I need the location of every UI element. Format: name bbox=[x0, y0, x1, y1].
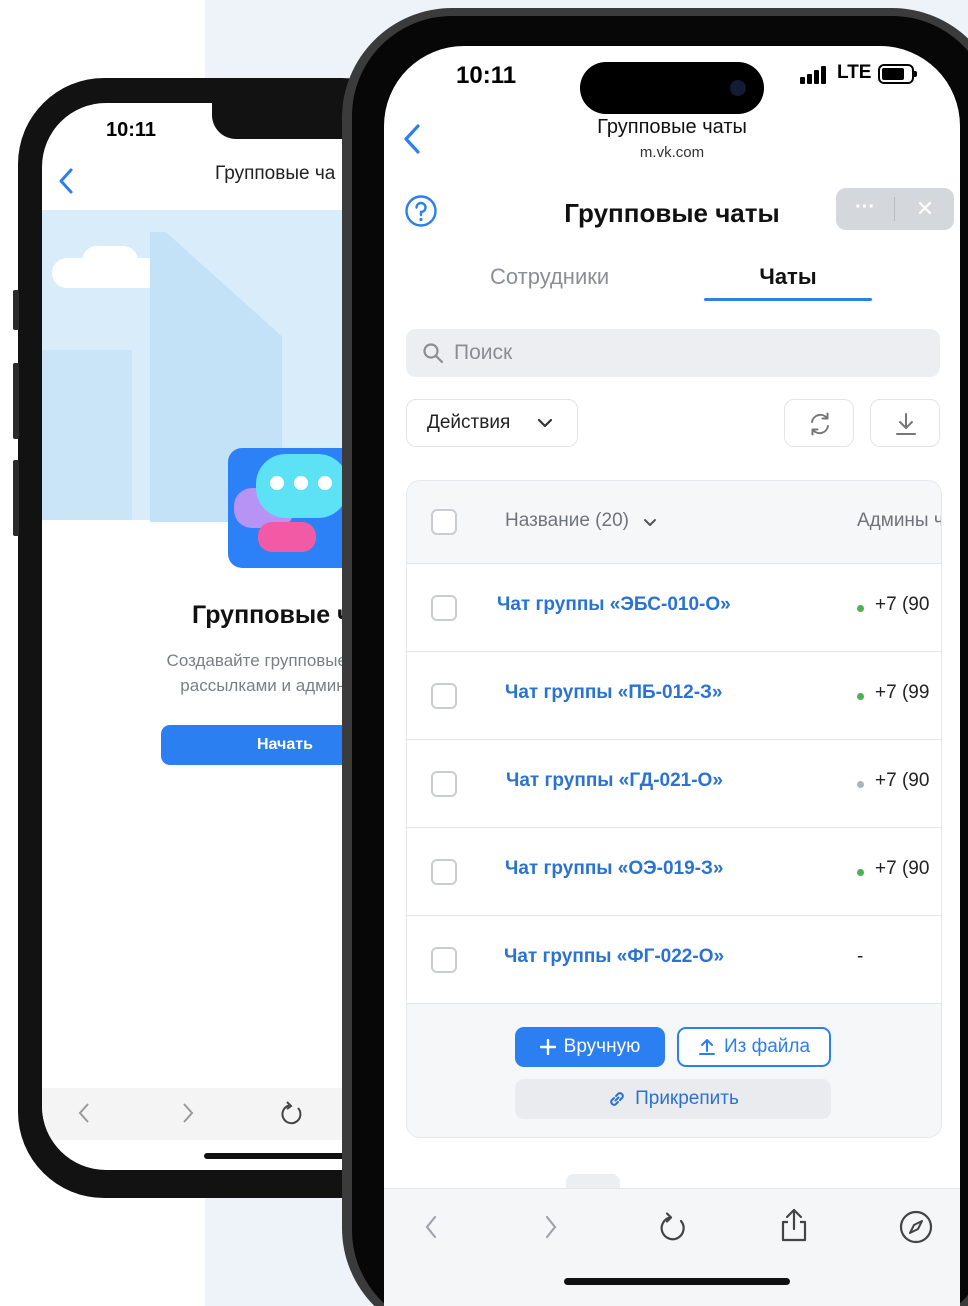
upload-file-button[interactable]: Из файла bbox=[677, 1027, 831, 1067]
back-chevron-icon[interactable] bbox=[56, 167, 76, 195]
onboarding-heading: Групповые ча bbox=[192, 601, 366, 629]
front-phone-frame: 10:11 LTE Групповые чаты m.vk.com Группо… bbox=[342, 8, 968, 1306]
close-button[interactable]: ✕ bbox=[896, 188, 954, 230]
table-row[interactable]: Чат группы «ПБ-012-З» +7 (99 bbox=[407, 652, 941, 740]
refresh-button[interactable] bbox=[784, 399, 854, 447]
volume-down-button bbox=[13, 460, 19, 536]
mute-switch bbox=[13, 290, 19, 330]
status-dot bbox=[857, 605, 864, 612]
table-row[interactable]: Чат группы «ФГ-022-О» - bbox=[407, 916, 941, 1004]
home-indicator bbox=[564, 1278, 790, 1285]
upload-icon bbox=[698, 1038, 715, 1055]
browser-forward-icon[interactable] bbox=[542, 1213, 560, 1241]
add-manual-button[interactable]: Вручную bbox=[515, 1027, 665, 1067]
browser-back-icon[interactable] bbox=[76, 1100, 92, 1126]
front-phone-bezel: 10:11 LTE Групповые чаты m.vk.com Группо… bbox=[352, 16, 968, 1306]
browser-page-title: Групповые чаты bbox=[597, 116, 747, 138]
reload-icon[interactable] bbox=[278, 1100, 306, 1128]
miniapp-capsule: ··· ✕ bbox=[836, 188, 954, 230]
row-checkbox[interactable] bbox=[431, 683, 457, 709]
chat-name-link[interactable]: Чат группы «ЭБС-010-О» bbox=[497, 594, 731, 616]
chats-table: Название (20) Админы ч Чат группы «ЭБС-0… bbox=[406, 480, 942, 1138]
back-chevron-icon[interactable] bbox=[400, 122, 424, 156]
tab-staff[interactable]: Сотрудники bbox=[490, 264, 609, 290]
status-dot bbox=[857, 781, 864, 788]
chat-name-link[interactable]: Чат группы «ОЭ-019-З» bbox=[505, 858, 723, 880]
admin-phone: +7 (99 bbox=[875, 682, 930, 703]
search-input[interactable]: Поиск bbox=[406, 329, 940, 377]
link-icon bbox=[610, 1092, 624, 1106]
status-dot bbox=[857, 693, 864, 700]
more-button[interactable]: ··· bbox=[836, 188, 894, 230]
chevron-down-icon bbox=[537, 418, 553, 428]
download-button[interactable] bbox=[870, 399, 940, 447]
battery-icon bbox=[878, 64, 917, 84]
admin-phone: +7 (90 bbox=[875, 594, 930, 615]
row-checkbox[interactable] bbox=[431, 595, 457, 621]
table-row[interactable]: Чат группы «ОЭ-019-З» +7 (90 bbox=[407, 828, 941, 916]
row-checkbox[interactable] bbox=[431, 771, 457, 797]
nav-title: Групповые ча bbox=[215, 163, 336, 184]
search-icon bbox=[423, 343, 444, 364]
browser-toolbar bbox=[384, 1188, 960, 1306]
actions-label: Действия bbox=[427, 412, 511, 433]
search-placeholder: Поиск bbox=[454, 341, 513, 364]
status-time: 10:11 bbox=[106, 119, 157, 141]
table-row[interactable]: Чат группы «ГД-021-О» +7 (90 bbox=[407, 740, 941, 828]
browser-url: m.vk.com bbox=[639, 144, 705, 161]
column-name-header[interactable]: Название (20) bbox=[505, 510, 629, 532]
attach-label: Прикрепить bbox=[635, 1088, 739, 1109]
upload-file-label: Из файла bbox=[723, 1036, 811, 1057]
actions-dropdown[interactable]: Действия bbox=[406, 399, 578, 447]
admin-phone: +7 (90 bbox=[875, 858, 930, 879]
reload-icon[interactable] bbox=[656, 1211, 690, 1245]
active-tab-indicator bbox=[704, 298, 872, 301]
signal-icon bbox=[800, 66, 830, 84]
admin-empty: - bbox=[857, 946, 864, 967]
select-all-checkbox[interactable] bbox=[431, 509, 457, 535]
sort-chevron-icon[interactable] bbox=[643, 517, 657, 529]
status-time: 10:11 bbox=[456, 62, 517, 89]
table-header: Название (20) Админы ч bbox=[407, 481, 942, 564]
status-dot bbox=[857, 869, 864, 876]
refresh-icon bbox=[811, 412, 829, 436]
compass-icon[interactable] bbox=[898, 1209, 934, 1245]
tab-chats[interactable]: Чаты bbox=[704, 264, 872, 290]
volume-up-button bbox=[13, 363, 19, 439]
table-row[interactable]: Чат группы «ЭБС-010-О» +7 (90 bbox=[407, 564, 941, 652]
add-manual-label: Вручную bbox=[563, 1036, 641, 1057]
share-icon[interactable] bbox=[778, 1207, 810, 1243]
column-admins-header: Админы ч bbox=[857, 510, 942, 531]
row-checkbox[interactable] bbox=[431, 859, 457, 885]
front-phone-screen: 10:11 LTE Групповые чаты m.vk.com Группо… bbox=[384, 46, 960, 1306]
table-footer: Вручную Из файла Прикрепить bbox=[407, 1005, 941, 1137]
chat-name-link[interactable]: Чат группы «ПБ-012-З» bbox=[505, 682, 723, 704]
download-icon bbox=[896, 413, 916, 435]
browser-back-icon[interactable] bbox=[422, 1213, 440, 1241]
chat-name-link[interactable]: Чат группы «ГД-021-О» bbox=[506, 770, 723, 792]
row-checkbox[interactable] bbox=[431, 947, 457, 973]
attach-button[interactable]: Прикрепить bbox=[515, 1079, 831, 1119]
admin-phone: +7 (90 bbox=[875, 770, 930, 791]
network-label: LTE bbox=[837, 62, 872, 83]
chat-name-link[interactable]: Чат группы «ФГ-022-О» bbox=[504, 946, 724, 968]
browser-forward-icon[interactable] bbox=[180, 1100, 196, 1126]
dynamic-island bbox=[580, 62, 764, 114]
plus-icon bbox=[539, 1038, 556, 1055]
